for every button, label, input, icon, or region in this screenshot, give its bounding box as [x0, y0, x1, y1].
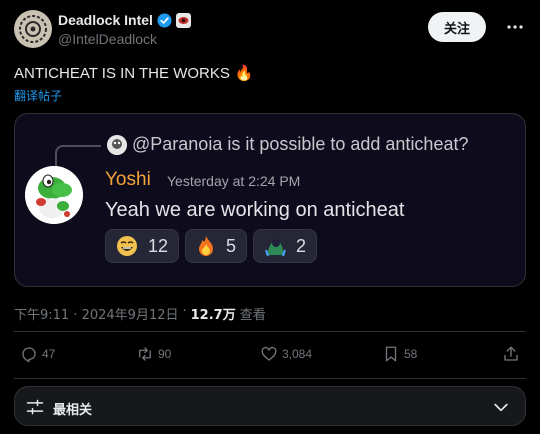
bookmark-count: 58: [404, 347, 418, 361]
tweet-media-image[interactable]: @Paranoia is it possible to add antichea…: [14, 113, 526, 287]
reaction-count: 5: [226, 235, 237, 256]
reaction-fire: 5: [185, 229, 248, 263]
reaction-crying: 2: [253, 229, 318, 263]
reaction-laughing: 12: [105, 229, 180, 263]
yoshi-avatar: [25, 166, 83, 224]
heart-icon: [261, 346, 277, 361]
crying-figure-icon: [265, 239, 286, 257]
verified-badge-icon: [157, 12, 172, 28]
like-button[interactable]: 3,084: [260, 345, 312, 363]
laughing-face-icon: [117, 236, 137, 256]
reply-icon: [22, 347, 36, 363]
repost-icon: [139, 347, 151, 361]
message-author-name: Yoshi: [105, 169, 151, 190]
bookmark-button[interactable]: 58: [382, 345, 417, 363]
views-label: 查看: [239, 308, 266, 323]
divider: [14, 331, 526, 332]
tweet-header: Deadlock Intel @IntelDeadlock 关注: [14, 10, 526, 48]
reply-count: 47: [42, 347, 56, 361]
repost-button[interactable]: 90: [136, 345, 171, 363]
separator-dot: ·: [182, 304, 187, 319]
reply-reference-text: @Paranoia is it possible to add antichea…: [132, 134, 469, 154]
author-name[interactable]: Deadlock Intel: [58, 12, 153, 28]
tweet-body: ANTICHEAT IS IN THE WORKS: [14, 64, 230, 82]
fire-icon: [199, 236, 214, 256]
deadlock-logo-icon: [15, 11, 51, 47]
message-timestamp: Yesterday at 2:24 PM: [167, 173, 301, 189]
divider: [14, 378, 526, 379]
like-count: 3,084: [282, 347, 313, 361]
reaction-count: 2: [296, 235, 307, 256]
fire-emoji: 🔥: [234, 65, 254, 82]
reply-button[interactable]: 47: [20, 345, 55, 363]
tweet-action-bar: 47 90 3,084 58: [14, 345, 526, 367]
tweet-text: ANTICHEAT IS IN THE WORKS 🔥: [14, 64, 254, 83]
reaction-count: 12: [148, 235, 169, 256]
sort-label: 最相关: [53, 403, 93, 418]
tweet-timestamp[interactable]: 下午9:11 · 2024年9月12日: [14, 304, 179, 323]
view-count: 12.7万: [190, 308, 236, 323]
sliders-icon: [26, 399, 44, 415]
author-avatar[interactable]: [14, 10, 52, 48]
reply-connector: [55, 145, 101, 167]
translate-post-link[interactable]: 翻译帖子: [14, 87, 62, 104]
share-button[interactable]: [502, 345, 520, 363]
message-reactions: 12 5 2: [105, 229, 318, 263]
repost-count: 90: [158, 347, 172, 361]
reply-avatar: [107, 135, 127, 155]
affiliate-badge-icon[interactable]: [175, 12, 191, 28]
bookmark-icon: [385, 346, 397, 362]
reply-sort-dropdown[interactable]: 最相关: [14, 386, 526, 426]
message-body: Yeah we are working on anticheat: [105, 199, 405, 221]
follow-button[interactable]: 关注: [427, 12, 486, 42]
tweet-meta: 下午9:11 · 2024年9月12日 · 12.7万 查看: [14, 304, 266, 323]
more-options-icon[interactable]: [504, 16, 526, 38]
share-icon: [504, 346, 518, 361]
author-handle[interactable]: @IntelDeadlock: [58, 31, 157, 47]
chevron-down-icon: [494, 403, 508, 412]
